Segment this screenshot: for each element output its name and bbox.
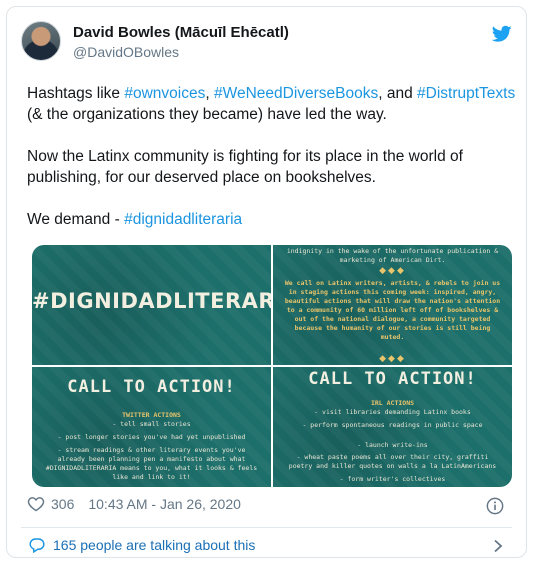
comment-icon (29, 538, 45, 553)
talking-count-text: 165 people are talking about this (53, 537, 256, 553)
twitter-bird-icon[interactable] (492, 25, 512, 43)
tweet-paragraph-1: Hashtags like #ownvoices, #WeNeedDiverse… (27, 83, 517, 125)
diamond-ornament-icon: ◆◆◆ (379, 353, 406, 363)
tweet-text: Hashtags like #ownvoices, #WeNeedDiverse… (27, 83, 517, 251)
text-segment: , (205, 85, 214, 102)
hashtag-weneeddiversebooks[interactable]: #WeNeedDiverseBooks (214, 85, 378, 102)
hashtag-dignidadliteraria[interactable]: #dignidadliteraria (124, 211, 242, 228)
media-grid: #DIGNIDADLITERARIA indignity in the wake… (32, 245, 512, 487)
text-segment: (& the organizations they became) have l… (27, 106, 387, 123)
image-subtitle: TWITTER ACTIONS (122, 411, 181, 419)
tweet-timestamp[interactable]: 10:43 AM - Jan 26, 2020 (88, 496, 241, 512)
image-hashtag-text: #DIGNIDADLITERARIA (32, 289, 271, 313)
image-line: - stream readings & other literary event… (45, 446, 258, 481)
text-segment: , and (378, 85, 418, 102)
image-body-text: We call on Latinx writers, artists, & re… (284, 279, 501, 341)
image-subtitle: IRL ACTIONS (370, 399, 415, 407)
image-title: CALL TO ACTION! (67, 377, 236, 397)
author-handle[interactable]: @DavidOBowles (73, 44, 179, 60)
hashtag-distrupttexts[interactable]: #DistruptTexts (417, 85, 515, 102)
image-line: - wheat paste poems all over their city,… (288, 453, 497, 470)
tweet-meta: 306 10:43 AM - Jan 26, 2020 (27, 496, 241, 512)
media-image-4[interactable]: CALL TO ACTION! IRL ACTIONS - visit libr… (273, 367, 512, 487)
heart-icon[interactable] (27, 496, 45, 512)
media-image-2[interactable]: indignity in the wake of the unfortunate… (273, 245, 512, 365)
avatar[interactable] (21, 21, 61, 61)
info-icon[interactable] (486, 497, 504, 515)
diamond-ornament-icon: ◆◆◆ (379, 265, 406, 275)
like-count[interactable]: 306 (51, 496, 74, 512)
tweet-paragraph-2: Now the Latinx community is fighting for… (27, 148, 463, 186)
media-image-1[interactable]: #DIGNIDADLITERARIA (32, 245, 271, 365)
image-line: - form writer's collectives (339, 475, 446, 483)
image-line: - launch write-ins (357, 441, 428, 449)
tweet-paragraph-3: We demand - #dignidadliteraria (27, 209, 517, 230)
conversation-link[interactable]: 165 people are talking about this (29, 537, 255, 553)
author-name[interactable]: David Bowles (Mācuīl Ehēcatl) (73, 24, 289, 41)
text-segment: We demand - (27, 211, 125, 228)
image-line: - perform spontaneous readings in public… (302, 421, 483, 429)
tweet-header: David Bowles (Mācuīl Ehēcatl) @DavidOBow… (21, 21, 512, 71)
chevron-right-icon[interactable] (492, 539, 504, 553)
divider (21, 527, 512, 528)
image-line: - post longer stories you've had yet unp… (57, 433, 246, 441)
media-image-3[interactable]: CALL TO ACTION! TWITTER ACTIONS - tell s… (32, 367, 271, 487)
hashtag-ownvoices[interactable]: #ownvoices (124, 85, 205, 102)
image-line: - tell small stories (112, 420, 191, 428)
text-segment: Hashtags like (27, 85, 125, 102)
image-title: CALL TO ACTION! (308, 369, 477, 389)
tweet-card: David Bowles (Mācuīl Ehēcatl) @DavidOBow… (6, 6, 527, 558)
image-line: - visit libraries demanding Latinx books (314, 408, 471, 416)
image-top-text: indignity in the wake of the unfortunate… (286, 247, 499, 264)
